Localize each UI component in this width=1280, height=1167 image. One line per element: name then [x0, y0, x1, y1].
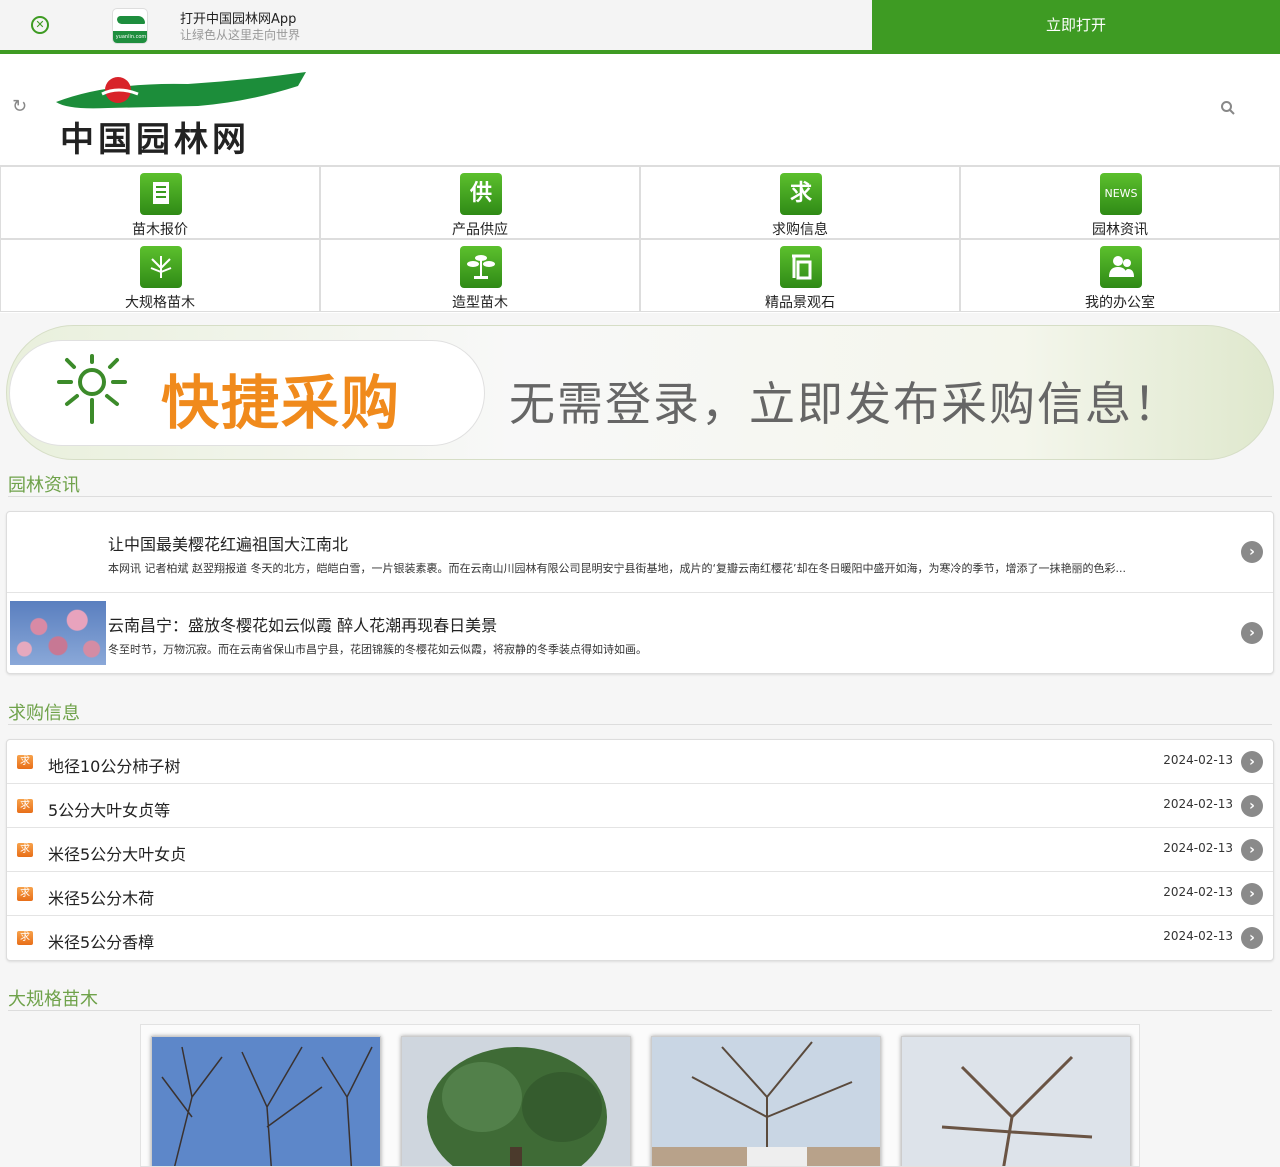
large-trees-gallery	[140, 1024, 1140, 1167]
purchase-name: 米径5公分大叶女贞	[48, 845, 187, 864]
nav-label: 苗木报价	[132, 222, 188, 238]
chevron-right-icon[interactable]: ›	[1241, 751, 1263, 773]
nav-item-supply[interactable]: 供 产品供应	[320, 166, 640, 239]
purchase-tag-icon: 求	[17, 887, 33, 901]
purchase-tag-icon: 求	[17, 755, 33, 769]
stone-icon	[780, 246, 822, 288]
list-item[interactable]: 云南昌宁：盛放冬樱花如云似霞 醉人花潮再现春日美景 冬至时节，万物沉寂。而在云南…	[7, 593, 1273, 674]
category-nav: 苗木报价 供 产品供应 求 求购信息 NEWS 园林资讯 大规格苗木 造型苗木 …	[0, 166, 1280, 313]
tree-icon	[140, 246, 182, 288]
purchase-name: 地径10公分柿子树	[48, 757, 181, 776]
table-row[interactable]: 求 米径5公分大叶女贞 2024-02-13 ›	[7, 828, 1273, 872]
nav-label: 精品景观石	[765, 295, 835, 311]
news-desc: 冬至时节，万物沉寂。而在云南省保山市昌宁县，花团锦簇的冬樱花如云似霞，将寂静的冬…	[108, 643, 647, 656]
tree-photo[interactable]	[901, 1036, 1131, 1166]
nav-item-price[interactable]: 苗木报价	[0, 166, 320, 239]
tree-photo[interactable]	[651, 1036, 881, 1166]
app-download-bar: ✕ yuanlin.com 打开中国园林网App 让绿色从这里走向世界 立即打开	[0, 0, 1280, 54]
site-header: ↻ 中国园林网	[0, 54, 1280, 166]
quick-purchase-banner[interactable]: 快捷采购 无需登录，立即发布采购信息！	[6, 325, 1274, 460]
purchase-date: 2024-02-13	[1163, 885, 1233, 899]
document-icon	[140, 173, 182, 215]
chevron-right-icon[interactable]: ›	[1241, 622, 1263, 644]
refresh-icon[interactable]: ↻	[12, 98, 30, 116]
chevron-right-icon[interactable]: ›	[1241, 883, 1263, 905]
purchase-date: 2024-02-13	[1163, 929, 1233, 943]
purchase-name: 米径5公分香樟	[48, 933, 155, 952]
nav-label: 产品供应	[452, 222, 508, 238]
nav-item-office[interactable]: 我的办公室	[960, 239, 1280, 312]
large-section-title[interactable]: 大规格苗木	[8, 985, 1272, 1011]
purchase-list: 求 地径10公分柿子树 2024-02-13 › 求 5公分大叶女贞等 2024…	[6, 739, 1274, 961]
nav-label: 我的办公室	[1085, 295, 1155, 311]
news-list: 让中国最美樱花红遍祖国大江南北 本网讯 记者柏斌 赵翌翔报道 冬天的北方，皑皑白…	[6, 511, 1274, 674]
table-row[interactable]: 求 地径10公分柿子树 2024-02-13 ›	[7, 740, 1273, 784]
purchase-name: 米径5公分木荷	[48, 889, 155, 908]
table-row[interactable]: 求 米径5公分木荷 2024-02-13 ›	[7, 872, 1273, 916]
purchase-tag-icon: 求	[17, 931, 33, 945]
purchase-tag-icon: 求	[17, 799, 33, 813]
nav-item-stones[interactable]: 精品景观石	[640, 239, 960, 312]
list-item[interactable]: 让中国最美樱花红遍祖国大江南北 本网讯 记者柏斌 赵翌翔报道 冬天的北方，皑皑白…	[7, 512, 1273, 593]
buy-section-title[interactable]: 求购信息	[8, 699, 1272, 725]
table-row[interactable]: 求 5公分大叶女贞等 2024-02-13 ›	[7, 784, 1273, 828]
open-app-button[interactable]: 立即打开	[872, 0, 1280, 50]
users-icon	[1100, 246, 1142, 288]
news-title: 让中国最美樱花红遍祖国大江南北	[108, 535, 349, 554]
chevron-right-icon[interactable]: ›	[1241, 839, 1263, 861]
app-subtitle: 让绿色从这里走向世界	[180, 28, 301, 42]
news-icon: NEWS	[1100, 173, 1142, 215]
news-thumbnail	[10, 520, 106, 584]
nav-item-purchase[interactable]: 求 求购信息	[640, 166, 960, 239]
nav-label: 大规格苗木	[125, 295, 195, 311]
purchase-icon: 求	[780, 173, 822, 215]
news-desc: 本网讯 记者柏斌 赵翌翔报道 冬天的北方，皑皑白雪，一片银装素裹。而在云南山川园…	[108, 562, 1126, 575]
nav-label: 园林资讯	[1092, 222, 1148, 238]
purchase-date: 2024-02-13	[1163, 841, 1233, 855]
chevron-right-icon[interactable]: ›	[1241, 927, 1263, 949]
search-icon[interactable]	[1220, 100, 1236, 116]
supply-icon: 供	[460, 173, 502, 215]
purchase-date: 2024-02-13	[1163, 797, 1233, 811]
site-logo[interactable]: 中国园林网	[38, 68, 318, 160]
nav-item-news[interactable]: NEWS 园林资讯	[960, 166, 1280, 239]
tree-photo[interactable]	[401, 1036, 631, 1166]
purchase-name: 5公分大叶女贞等	[48, 801, 171, 820]
chevron-right-icon[interactable]: ›	[1241, 541, 1263, 563]
nav-label: 求购信息	[772, 222, 828, 238]
chevron-right-icon[interactable]: ›	[1241, 795, 1263, 817]
logo-brush-icon	[56, 72, 306, 109]
app-logo: yuanlin.com	[112, 8, 148, 44]
banner-slogan: 无需登录，立即发布采购信息！	[509, 377, 1181, 431]
app-title: 打开中国园林网App	[180, 12, 297, 27]
news-thumbnail	[10, 601, 106, 665]
table-row[interactable]: 求 米径5公分香樟 2024-02-13 ›	[7, 916, 1273, 960]
purchase-date: 2024-02-13	[1163, 753, 1233, 767]
logo-text: 中国园林网	[60, 120, 250, 160]
close-icon[interactable]: ✕	[31, 16, 49, 34]
banner-quick-purchase: 快捷采购	[161, 369, 402, 437]
news-section-title[interactable]: 园林资讯	[8, 471, 1272, 497]
nav-item-shaped-trees[interactable]: 造型苗木	[320, 239, 640, 312]
bonsai-icon	[460, 246, 502, 288]
news-title: 云南昌宁：盛放冬樱花如云似霞 醉人花潮再现春日美景	[108, 616, 498, 635]
lightbulb-icon	[57, 354, 127, 424]
tree-photo[interactable]	[151, 1036, 381, 1166]
nav-label: 造型苗木	[452, 295, 508, 311]
purchase-tag-icon: 求	[17, 843, 33, 857]
nav-item-large-trees[interactable]: 大规格苗木	[0, 239, 320, 312]
